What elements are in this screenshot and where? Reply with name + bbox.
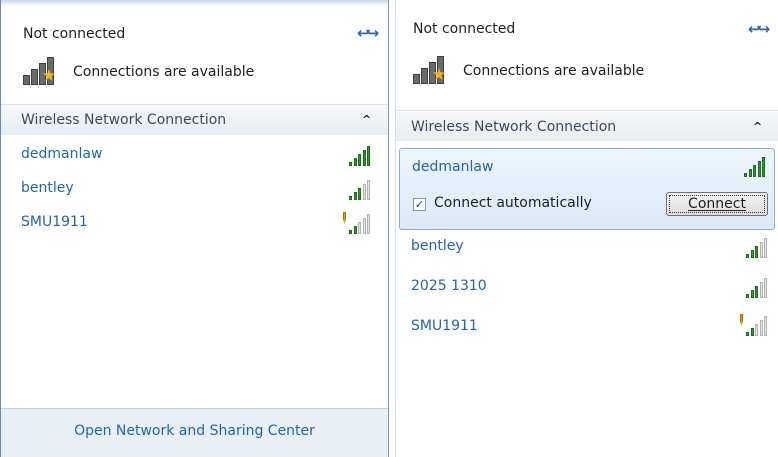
- signal-bar: [362, 150, 366, 166]
- signal-bar: [353, 192, 357, 200]
- signal-bar: [358, 154, 361, 166]
- signal-strength-icon: [740, 236, 768, 258]
- footer: Open Network and Sharing Center: [1, 408, 388, 457]
- signal-bar: [362, 218, 366, 234]
- network-flyout-right: Not connected ↩↪ Connections are availab…: [395, 0, 778, 457]
- signal-bar: [362, 184, 366, 200]
- network-item-bentley[interactable]: bentley: [411, 238, 464, 254]
- signal-bar: [755, 324, 758, 336]
- signal-bar: [349, 162, 352, 166]
- section-header[interactable]: Wireless Network Connection ^: [396, 110, 778, 141]
- signal-bar: [367, 214, 370, 234]
- signal-bar: [750, 328, 754, 336]
- availability-row: Connections are available: [23, 57, 254, 87]
- selected-network-panel[interactable]: dedmanlaw ✓ Connect automatically Connec…: [399, 148, 775, 230]
- signal-bar: [750, 250, 754, 258]
- signal-bar: [367, 146, 370, 166]
- signal-strength-icon: [343, 178, 371, 200]
- signal-bar: [353, 158, 357, 166]
- signal-bar: [759, 282, 763, 298]
- signal-bar: [349, 230, 352, 234]
- status-title: Not connected: [23, 26, 126, 42]
- section-header[interactable]: Wireless Network Connection ^: [1, 104, 388, 135]
- signal-strength-icon: [740, 314, 768, 336]
- network-flyout-left: Not connected ↩↪ Connections are availab…: [0, 0, 389, 457]
- connect-button[interactable]: Connect: [666, 192, 768, 216]
- signal-bar: [762, 157, 765, 177]
- section-label: Wireless Network Connection: [21, 112, 227, 128]
- signal-bar: [764, 278, 767, 298]
- status-title: Not connected: [413, 21, 516, 37]
- network-item-bentley[interactable]: bentley: [21, 180, 74, 196]
- availability-text: Connections are available: [463, 63, 645, 79]
- signal-bar: [748, 169, 752, 177]
- unsecured-shield-icon: [740, 314, 743, 326]
- chevron-up-icon[interactable]: ^: [362, 113, 371, 126]
- signal-strength-icon: [343, 144, 371, 166]
- network-item-smu1911[interactable]: SMU1911: [21, 214, 88, 230]
- signal-bar: [755, 286, 758, 298]
- signal-bar: [367, 180, 370, 200]
- network-item-2025-1310[interactable]: 2025 1310: [411, 278, 487, 294]
- unsecured-shield-icon: [343, 212, 346, 224]
- network-item-smu1911[interactable]: SMU1911: [411, 318, 478, 334]
- signal-bar: [349, 196, 352, 200]
- signal-bar: [753, 165, 756, 177]
- chevron-up-icon[interactable]: ^: [753, 120, 762, 133]
- network-bars-with-star-icon: [413, 56, 457, 86]
- signal-bar: [358, 188, 361, 200]
- signal-bar: [764, 238, 767, 258]
- signal-bar: [358, 222, 361, 234]
- refresh-icon[interactable]: ↩↪: [357, 24, 379, 42]
- availability-row: Connections are available: [413, 56, 644, 86]
- signal-bar: [764, 316, 767, 336]
- availability-text: Connections are available: [73, 64, 255, 80]
- signal-strength-icon: [738, 155, 766, 177]
- network-bars-with-star-icon: [23, 57, 67, 87]
- signal-bar: [353, 226, 357, 234]
- signal-bar: [759, 242, 763, 258]
- signal-bar: [746, 294, 749, 298]
- connect-automatically-label[interactable]: Connect automatically: [434, 195, 592, 211]
- refresh-icon[interactable]: ↩↪: [748, 20, 770, 38]
- signal-strength-icon: [343, 212, 371, 234]
- signal-bar: [746, 254, 749, 258]
- connect-automatically-checkbox[interactable]: ✓: [413, 198, 426, 211]
- network-item-dedmanlaw[interactable]: dedmanlaw: [412, 159, 493, 175]
- signal-strength-icon: [740, 276, 768, 298]
- signal-bar: [757, 161, 761, 177]
- section-label: Wireless Network Connection: [411, 119, 617, 135]
- signal-bar: [750, 290, 754, 298]
- signal-bar: [746, 332, 749, 336]
- signal-bar: [755, 246, 758, 258]
- open-network-sharing-center-link[interactable]: Open Network and Sharing Center: [1, 423, 388, 439]
- signal-bar: [759, 320, 763, 336]
- network-item-dedmanlaw[interactable]: dedmanlaw: [21, 146, 102, 162]
- signal-bar: [744, 173, 747, 177]
